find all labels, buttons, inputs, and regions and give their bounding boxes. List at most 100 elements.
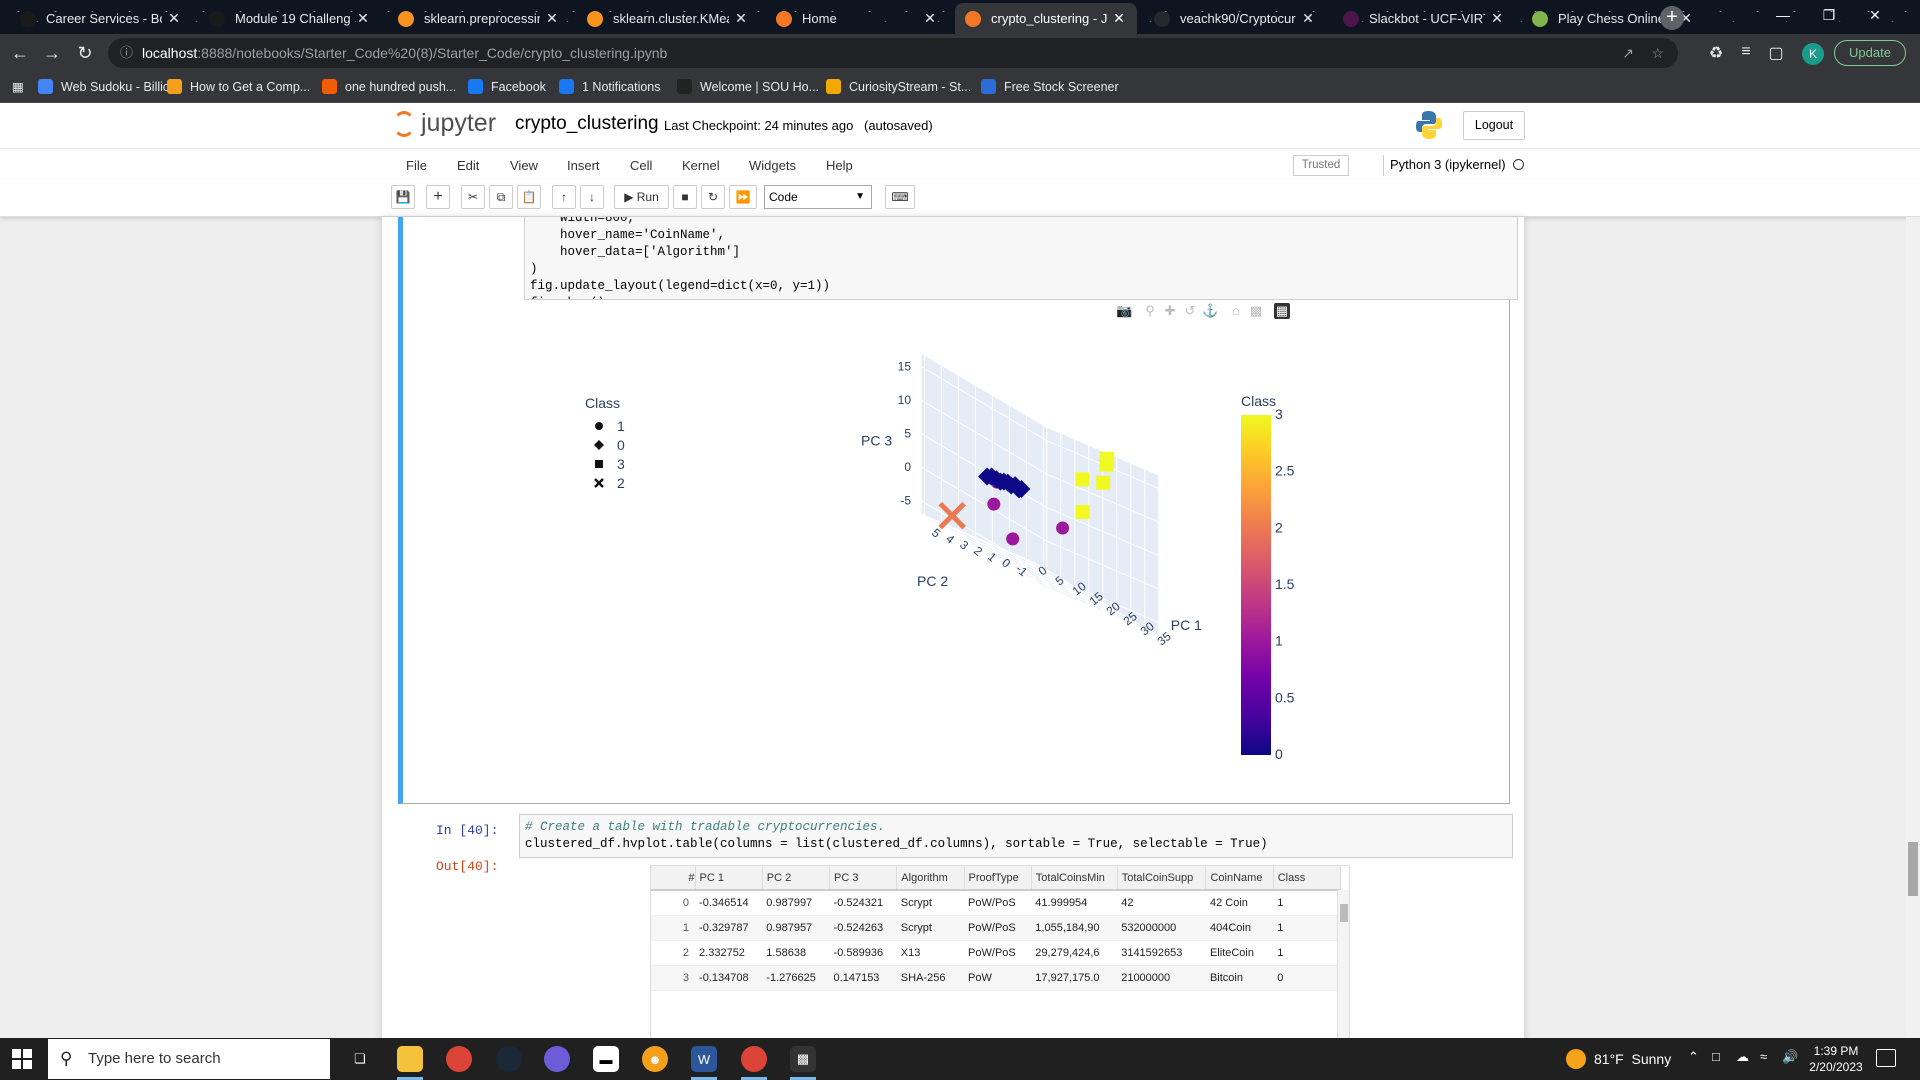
- new-tab-button[interactable]: +: [1660, 6, 1684, 30]
- insert-cell-icon[interactable]: +: [426, 185, 450, 209]
- notebook-name[interactable]: crypto_clustering: [515, 113, 659, 135]
- close-tab-icon[interactable]: ✕: [733, 10, 749, 27]
- trusted-indicator[interactable]: Trusted: [1293, 155, 1349, 176]
- wifi-icon[interactable]: ≈: [1760, 1049, 1767, 1064]
- column-header[interactable]: ProofType: [964, 866, 1032, 891]
- browser-tab[interactable]: sklearn.preprocessing ✕: [388, 3, 570, 34]
- back-icon[interactable]: ←: [8, 41, 32, 65]
- windows-start-icon[interactable]: [12, 1049, 32, 1069]
- chrome-profile-icon[interactable]: [741, 1046, 767, 1072]
- bookmark-item[interactable]: Welcome | SOU Ho...: [677, 79, 819, 94]
- cut-icon[interactable]: ✂: [461, 185, 485, 209]
- menu-kernel[interactable]: Kernel: [682, 158, 720, 173]
- column-header[interactable]: TotalCoinsMin: [1031, 866, 1118, 891]
- kernel-name[interactable]: Python 3 (ipykernel): [1383, 155, 1506, 176]
- run-button[interactable]: ▶ Run: [614, 185, 669, 209]
- browser-tab[interactable]: Career Services - Boot ✕: [10, 3, 192, 34]
- interrupt-icon[interactable]: ■: [673, 185, 697, 209]
- apps-grid-icon[interactable]: ▦: [12, 79, 24, 94]
- browser-tab[interactable]: Module 19 Challenge ✕: [199, 3, 381, 34]
- extensions-icon[interactable]: ♻: [1705, 43, 1727, 63]
- menu-insert[interactable]: Insert: [567, 158, 600, 173]
- scatter-3d-chart[interactable]: 05 101520253035-1012345-5051015PC 1PC 2PC…: [403, 217, 1503, 804]
- column-header[interactable]: PC 3: [829, 866, 898, 891]
- steam-icon[interactable]: [496, 1046, 522, 1072]
- close-window-icon[interactable]: ✕: [1852, 0, 1898, 30]
- restore-icon[interactable]: ❐: [1806, 0, 1852, 30]
- close-tab-icon[interactable]: ✕: [544, 10, 560, 27]
- chrome-icon[interactable]: [446, 1046, 472, 1072]
- file-explorer-icon[interactable]: [397, 1046, 423, 1072]
- column-header[interactable]: Algorithm: [896, 866, 965, 891]
- column-header[interactable]: PC 2: [762, 866, 831, 891]
- table-scrollbar[interactable]: [1337, 890, 1349, 1038]
- onedrive-icon[interactable]: ☁: [1736, 1049, 1749, 1065]
- column-header[interactable]: PC 1: [695, 866, 763, 891]
- task-view-icon[interactable]: ❏: [347, 1046, 373, 1072]
- clock[interactable]: 1:39 PM 2/20/2023: [1805, 1043, 1867, 1075]
- code-cell-selected[interactable]: width=800, hover_name='CoinName', hover_…: [398, 217, 1518, 804]
- taskbar-search-input[interactable]: ⚲ Type here to search: [48, 1039, 330, 1079]
- page-scrollbar[interactable]: [1906, 217, 1920, 1038]
- jupyter-logo[interactable]: jupyter: [393, 109, 496, 138]
- close-tab-icon[interactable]: ✕: [1111, 10, 1127, 27]
- cell-type-select[interactable]: Code ▼: [764, 185, 872, 209]
- bookmark-item[interactable]: CuriosityStream - St...: [826, 79, 971, 94]
- column-header[interactable]: #: [651, 866, 696, 891]
- close-tab-icon[interactable]: ✕: [1489, 10, 1505, 27]
- menu-help[interactable]: Help: [826, 158, 853, 173]
- share-icon[interactable]: ↗: [1622, 38, 1634, 68]
- code-editor[interactable]: # Create a table with tradable cryptocur…: [519, 814, 1513, 858]
- reload-icon[interactable]: ↻: [73, 41, 97, 65]
- close-tab-icon[interactable]: ✕: [922, 10, 938, 27]
- reading-list-icon[interactable]: ≡: [1735, 43, 1757, 61]
- save-icon[interactable]: 💾: [391, 185, 415, 209]
- update-button[interactable]: Update: [1834, 40, 1906, 66]
- forward-icon[interactable]: →: [40, 41, 64, 65]
- weather-widget[interactable]: 81°F Sunny: [1566, 1049, 1671, 1069]
- logout-button[interactable]: Logout: [1463, 111, 1525, 140]
- menu-cell[interactable]: Cell: [630, 158, 652, 173]
- menu-file[interactable]: File: [406, 158, 427, 173]
- bookmark-item[interactable]: Facebook: [468, 79, 546, 94]
- copy-icon[interactable]: ⧉: [489, 185, 513, 209]
- info-icon[interactable]: ⓘ: [120, 38, 133, 68]
- browser-tab[interactable]: crypto_clustering - Ju ✕: [955, 3, 1137, 34]
- table-row[interactable]: 2 2.332752 1.58638 -0.589936 X13 PoW/PoS 29,27…: [651, 940, 1341, 966]
- chevron-up-icon[interactable]: ⌃: [1688, 1049, 1699, 1065]
- table-row[interactable]: 0 -0.346514 0.987997 -0.524321 Scrypt PoW/PoS…: [651, 890, 1341, 916]
- bookmark-item[interactable]: How to Get a Comp...: [167, 79, 310, 94]
- emoji-app-icon[interactable]: ☻: [642, 1046, 668, 1072]
- profile-avatar[interactable]: K: [1802, 43, 1824, 65]
- menu-view[interactable]: View: [510, 158, 538, 173]
- url-input[interactable]: ⓘ localhost:8888/notebooks/Starter_Code%…: [108, 38, 1678, 68]
- table-row[interactable]: 3 -0.134708 -1.276625 0.147153 SHA-256 PoW 17,…: [651, 965, 1341, 991]
- column-header[interactable]: Class: [1273, 866, 1342, 891]
- browser-tab[interactable]: sklearn.cluster.KMean ✕: [577, 3, 759, 34]
- browser-tab[interactable]: veachk90/Cryptocurr ✕: [1144, 3, 1326, 34]
- bookmark-item[interactable]: one hundred push...: [322, 79, 456, 94]
- meet-icon[interactable]: □: [1712, 1049, 1720, 1064]
- code-cell[interactable]: In [40]: # Create a table with tradable …: [398, 813, 1513, 1038]
- close-tab-icon[interactable]: ✕: [166, 10, 182, 27]
- restart-icon[interactable]: ↻: [701, 185, 725, 209]
- restart-run-all-icon[interactable]: ⏩: [729, 185, 757, 209]
- move-up-icon[interactable]: ↑: [552, 185, 576, 209]
- close-tab-icon[interactable]: ✕: [1300, 10, 1316, 27]
- notification-icon[interactable]: [1876, 1049, 1896, 1067]
- browser-tab[interactable]: Slackbot - UCF-VIRT- ✕: [1333, 3, 1515, 34]
- move-down-icon[interactable]: ↓: [580, 185, 604, 209]
- menu-edit[interactable]: Edit: [457, 158, 479, 173]
- menu-widgets[interactable]: Widgets: [749, 158, 796, 173]
- bookmark-item[interactable]: Free Stock Screener: [981, 79, 1119, 94]
- command-palette-icon[interactable]: ⌨: [885, 185, 915, 209]
- bookmark-star-icon[interactable]: ☆: [1651, 38, 1664, 68]
- data-table[interactable]: # PC 1 PC 2 PC 3 Algorithm ProofType TotalCoin…: [650, 865, 1350, 1038]
- column-header[interactable]: TotalCoinSupp: [1117, 866, 1207, 891]
- terminal-icon[interactable]: ▩: [790, 1046, 816, 1072]
- close-tab-icon[interactable]: ✕: [355, 10, 371, 27]
- app-icon[interactable]: [544, 1046, 570, 1072]
- table-row[interactable]: 1 -0.329787 0.987957 -0.524263 Scrypt PoW/PoS…: [651, 915, 1341, 941]
- side-panel-icon[interactable]: ▢: [1765, 43, 1787, 63]
- paste-icon[interactable]: 📋: [517, 185, 541, 209]
